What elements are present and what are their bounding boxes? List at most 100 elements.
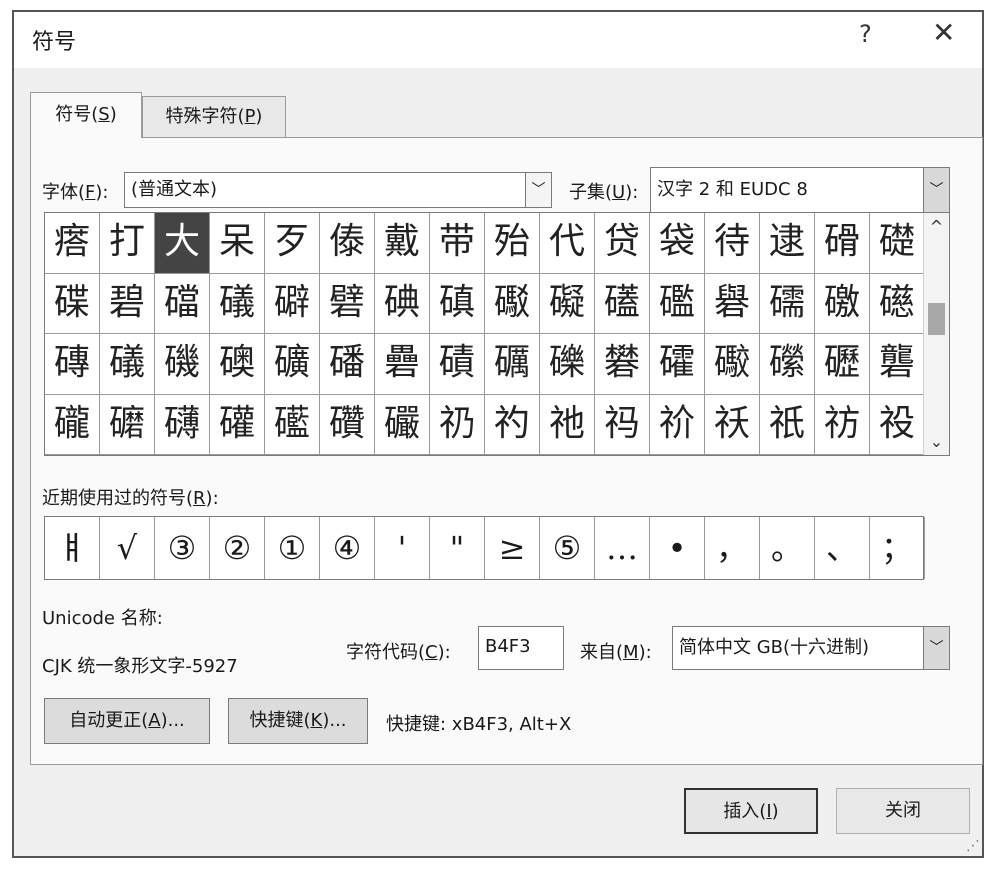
symbol-cell[interactable]: 礱 <box>870 334 925 395</box>
recent-symbol-cell[interactable]: ㅒ <box>45 517 100 579</box>
symbol-cell[interactable]: 礕 <box>320 273 375 334</box>
symbol-cell[interactable]: 碧 <box>100 273 155 334</box>
symbol-cell[interactable]: 礲 <box>45 394 100 455</box>
symbol-cell[interactable]: 礦 <box>265 334 320 395</box>
symbol-cell[interactable]: 带 <box>430 213 485 274</box>
symbol-cell[interactable]: 磧 <box>430 334 485 395</box>
symbol-cell[interactable]: 礠 <box>870 273 925 334</box>
close-icon[interactable]: ✕ <box>932 16 955 49</box>
recent-symbol-cell[interactable]: ⑤ <box>540 517 595 579</box>
symbol-cell[interactable]: 瘩 <box>45 213 100 274</box>
symbol-cell[interactable]: 歹 <box>265 213 320 274</box>
tab-special-characters[interactable]: 特殊字符(P) <box>142 96 286 138</box>
symbol-cell[interactable]: 戴 <box>375 213 430 274</box>
symbol-cell[interactable]: 礝 <box>760 273 815 334</box>
recent-symbol-cell[interactable]: ① <box>265 517 320 579</box>
font-dropdown[interactable]: (普通文本) ﹀ <box>124 172 552 208</box>
recent-symbol-cell[interactable]: ； <box>870 517 925 579</box>
recent-symbol-cell[interactable]: • <box>650 517 705 579</box>
symbol-cell[interactable]: 礬 <box>595 334 650 395</box>
symbol-cell[interactable]: 礑 <box>155 273 210 334</box>
resize-grip-icon[interactable]: ⋰ <box>966 838 980 854</box>
symbol-cell[interactable]: 礙 <box>540 273 595 334</box>
recent-symbol-cell[interactable]: ≥ <box>485 517 540 579</box>
symbol-cell[interactable]: 碘 <box>375 273 430 334</box>
symbol-cell[interactable]: 贷 <box>595 213 650 274</box>
symbol-cell[interactable]: 礚 <box>595 273 650 334</box>
symbol-cell[interactable]: 磌 <box>430 273 485 334</box>
char-code-input[interactable]: B4F3 <box>478 626 564 670</box>
symbol-cell[interactable]: 礪 <box>485 334 540 395</box>
recent-symbol-cell[interactable]: ' <box>375 517 430 579</box>
symbol-cell[interactable]: 礜 <box>705 273 760 334</box>
symbol-cell[interactable]: 祄 <box>650 394 705 455</box>
chevron-down-icon[interactable]: ﹀ <box>923 168 949 212</box>
help-button[interactable]: ? <box>859 20 872 48</box>
recent-symbol-cell[interactable]: " <box>430 517 485 579</box>
tab-symbols[interactable]: 符号(S) <box>30 92 142 138</box>
symbol-cell[interactable]: 礉 <box>815 273 870 334</box>
symbol-cell[interactable]: 礷 <box>265 394 320 455</box>
recent-symbol-cell[interactable]: 。 <box>760 517 815 579</box>
subset-dropdown[interactable]: 汉字 2 和 EUDC 8 ﹀ <box>650 167 950 213</box>
from-dropdown[interactable]: 简体中文 GB(十六进制) ﹀ <box>672 626 950 670</box>
recent-symbol-cell[interactable]: √ <box>100 517 155 579</box>
symbol-cell[interactable]: 礟 <box>485 273 540 334</box>
scroll-up-icon[interactable]: ^ <box>924 217 949 236</box>
symbol-cell[interactable]: 呆 <box>210 213 265 274</box>
symbol-cell[interactable]: 礮 <box>705 334 760 395</box>
symbol-cell[interactable]: 礽 <box>430 394 485 455</box>
symbol-grid-scrollbar[interactable]: ^ ⌄ <box>923 213 949 455</box>
symbol-cell[interactable]: 逮 <box>760 213 815 274</box>
symbol-cell[interactable]: 礴 <box>155 394 210 455</box>
symbol-cell[interactable]: 殆 <box>485 213 540 274</box>
symbol-cell[interactable]: 祇 <box>760 394 815 455</box>
recent-symbol-cell[interactable]: ④ <box>320 517 375 579</box>
symbol-cell[interactable]: 代 <box>540 213 595 274</box>
symbol-cell[interactable]: 礿 <box>485 394 540 455</box>
recent-symbol-cell[interactable]: … <box>595 517 650 579</box>
shortcut-key-button[interactable]: 快捷键(K)... <box>228 698 368 744</box>
recent-symbol-cell[interactable]: ， <box>705 517 760 579</box>
symbol-cell[interactable]: 磻 <box>320 334 375 395</box>
symbol-cell[interactable]: 礭 <box>650 334 705 395</box>
symbol-cell[interactable]: 待 <box>705 213 760 274</box>
chevron-down-icon[interactable]: ﹀ <box>923 627 949 669</box>
symbol-cell[interactable]: 磆 <box>815 213 870 274</box>
symbol-cell[interactable]: 祋 <box>870 394 925 455</box>
symbol-cell[interactable]: 碟 <box>45 273 100 334</box>
recent-symbol-cell[interactable]: ② <box>210 517 265 579</box>
symbol-cell[interactable]: 礛 <box>650 273 705 334</box>
symbol-cell[interactable]: 祅 <box>705 394 760 455</box>
symbol-cell[interactable]: 傣 <box>320 213 375 274</box>
scrollbar-thumb[interactable] <box>928 303 945 335</box>
symbol-cell[interactable]: 礹 <box>375 394 430 455</box>
symbol-cell[interactable]: 礎 <box>870 213 925 274</box>
autocorrect-button[interactable]: 自动更正(A)... <box>44 698 210 744</box>
symbol-cell[interactable]: 礒 <box>100 334 155 395</box>
recent-symbol-cell[interactable]: ③ <box>155 517 210 579</box>
symbol-cell[interactable]: 礰 <box>815 334 870 395</box>
symbol-cell[interactable]: 磯 <box>155 334 210 395</box>
symbol-cell[interactable]: 袋 <box>650 213 705 274</box>
symbol-cell[interactable]: 祊 <box>815 394 870 455</box>
insert-button[interactable]: 插入(I) <box>684 788 818 834</box>
symbol-cell[interactable]: 礸 <box>320 394 375 455</box>
symbol-cell[interactable]: 礨 <box>375 334 430 395</box>
scroll-down-icon[interactable]: ⌄ <box>924 432 949 451</box>
symbol-cell[interactable]: 礔 <box>265 273 320 334</box>
symbol-cell[interactable]: 磚 <box>45 334 100 395</box>
symbol-cell[interactable]: 祃 <box>595 394 650 455</box>
symbol-cell[interactable]: 礒 <box>210 273 265 334</box>
symbol-cell[interactable]: 礇 <box>210 334 265 395</box>
symbol-cell[interactable]: 大 <box>155 213 210 274</box>
symbol-cell[interactable]: 礳 <box>100 394 155 455</box>
symbol-cell[interactable]: 礶 <box>210 394 265 455</box>
symbol-cell[interactable]: 礫 <box>540 334 595 395</box>
recent-symbol-cell[interactable]: 、 <box>815 517 870 579</box>
close-button[interactable]: 关闭 <box>836 788 970 834</box>
symbol-cell[interactable]: 打 <box>100 213 155 274</box>
symbol-cell[interactable]: 礯 <box>760 334 815 395</box>
symbol-cell[interactable]: 祂 <box>540 394 595 455</box>
chevron-down-icon[interactable]: ﹀ <box>525 173 551 207</box>
